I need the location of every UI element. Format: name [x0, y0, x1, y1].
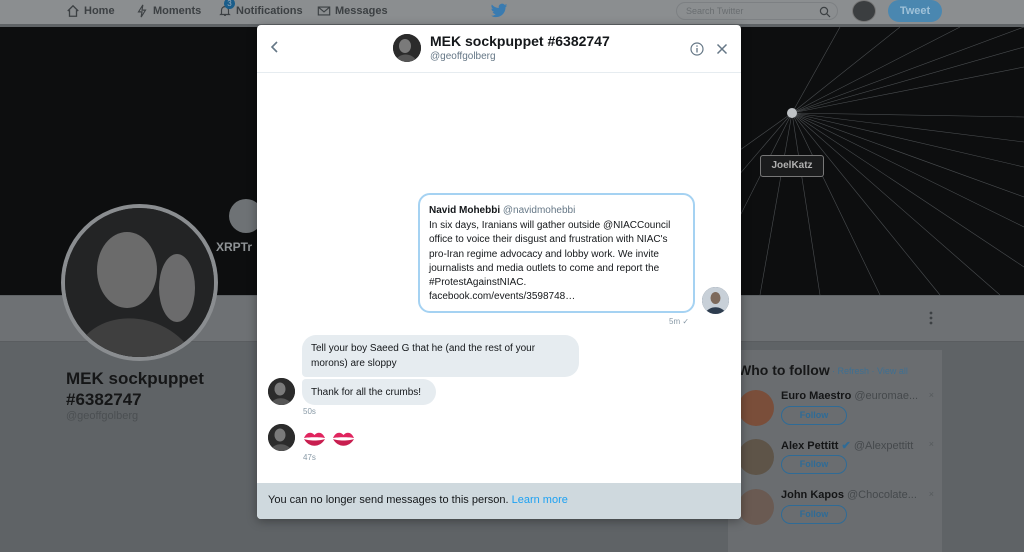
modal-header: MEK sockpuppet #6382747 @geoffgolberg — [257, 25, 741, 73]
suggestion-avatar[interactable] — [738, 439, 774, 475]
follow-button[interactable]: Follow — [781, 406, 847, 425]
suggestion-item: Alex Pettitt ✔ @Alexpettitt Follow × — [738, 439, 938, 489]
sender-avatar[interactable] — [702, 287, 729, 314]
shared-tweet-text: In six days, Iranians will gather outsid… — [429, 220, 671, 289]
nav-notifications-label: Notifications — [236, 5, 303, 17]
search-placeholder: Search Twitter — [686, 6, 744, 16]
verified-badge-icon: ✔ — [841, 440, 851, 452]
message-timestamp: 50s — [303, 407, 316, 416]
nav-moments-label: Moments — [153, 5, 202, 17]
search-icon[interactable] — [819, 6, 831, 18]
suggestion-avatar[interactable] — [738, 390, 774, 426]
envelope-icon — [317, 6, 331, 16]
suggestion-item: Euro Maestro @euromae... Follow × — [738, 390, 938, 440]
kiss-mark-icon — [333, 432, 354, 446]
nav-moments[interactable]: Moments — [135, 4, 201, 18]
profile-handle[interactable]: @geoffgolberg — [66, 410, 138, 422]
nav-messages-label: Messages — [335, 5, 388, 17]
sender-avatar-photo — [702, 287, 729, 314]
who-to-follow-panel: Who to follow · Refresh · View all Euro … — [728, 350, 942, 552]
recipient-avatar-photo — [268, 378, 295, 405]
shared-tweet-author: Navid Mohebbi — [429, 205, 501, 216]
learn-more-link[interactable]: Learn more — [512, 494, 568, 506]
nav-home[interactable]: Home — [66, 4, 115, 18]
direct-message-modal: MEK sockpuppet #6382747 @geoffgolberg Na… — [257, 25, 741, 519]
info-icon[interactable] — [690, 42, 704, 56]
tweet-button[interactable]: Tweet — [888, 0, 942, 22]
shared-tweet-handle: @navidmohebbi — [502, 205, 576, 216]
message-bubble: Tell your boy Saeed G that he (and the r… — [302, 335, 579, 377]
suggestion-name[interactable]: John Kapos @Chocolate... — [781, 489, 917, 501]
profile-name: MEK sockpuppet #6382747 — [66, 369, 204, 409]
close-icon[interactable] — [716, 43, 728, 55]
recipient-avatar[interactable] — [268, 378, 295, 405]
more-options-icon[interactable] — [928, 310, 934, 326]
profile-avatar-photo — [65, 208, 214, 357]
suggestion-item: John Kapos @Chocolate... Follow × — [738, 489, 938, 539]
shared-tweet-link[interactable]: facebook.com/events/3598748… — [429, 290, 684, 304]
conversation-name[interactable]: MEK sockpuppet #6382747 — [430, 33, 610, 49]
nav-messages[interactable]: Messages — [317, 4, 388, 18]
follow-button[interactable]: Follow — [781, 455, 847, 474]
dismiss-icon[interactable]: × — [929, 489, 934, 499]
banner-xrp-text: XRPTr — [216, 240, 253, 254]
chevron-left-icon[interactable] — [268, 39, 282, 55]
dismiss-icon[interactable]: × — [929, 390, 934, 400]
suggestion-avatar[interactable] — [738, 489, 774, 525]
conversation-handle: @geoffgolberg — [430, 51, 496, 62]
follow-button[interactable]: Follow — [781, 505, 847, 524]
recipient-avatar-photo — [268, 424, 295, 451]
profile-avatar[interactable] — [61, 204, 218, 361]
recipient-avatar[interactable] — [268, 424, 295, 451]
search-input[interactable]: Search Twitter — [676, 2, 838, 20]
banner-joelkatz-label: JoelKatz — [760, 155, 824, 177]
home-icon — [67, 4, 79, 17]
nav-home-label: Home — [84, 5, 115, 17]
conversation-avatar[interactable] — [393, 34, 421, 62]
blocked-notice: You can no longer send messages to this … — [257, 483, 741, 519]
who-to-follow-links[interactable]: · Refresh · View all — [832, 366, 908, 376]
suggestion-name[interactable]: Euro Maestro @euromae... — [781, 390, 918, 402]
sent-timestamp: 5m ✓ — [669, 317, 690, 326]
who-to-follow-title: Who to follow — [738, 362, 830, 378]
conversation-avatar-photo — [393, 34, 421, 62]
message-bubble: Thank for all the crumbs! — [302, 379, 436, 405]
lightning-icon — [137, 4, 147, 18]
dismiss-icon[interactable]: × — [929, 439, 934, 449]
twitter-bird-icon[interactable] — [490, 3, 508, 19]
shared-tweet-card[interactable]: Navid Mohebbi @navidmohebbi In six days,… — [418, 193, 695, 313]
kiss-mark-icon — [304, 432, 325, 446]
top-navigation: Home Moments Notifications 3 Messages Se… — [0, 0, 1024, 24]
shared-tweet-author-line: Navid Mohebbi @navidmohebbi — [429, 204, 684, 218]
message-timestamp: 47s — [303, 453, 316, 462]
account-avatar[interactable] — [852, 0, 876, 22]
blocked-notice-text: You can no longer send messages to this … — [268, 494, 509, 506]
suggestion-name[interactable]: Alex Pettitt ✔ @Alexpettitt — [781, 439, 913, 452]
